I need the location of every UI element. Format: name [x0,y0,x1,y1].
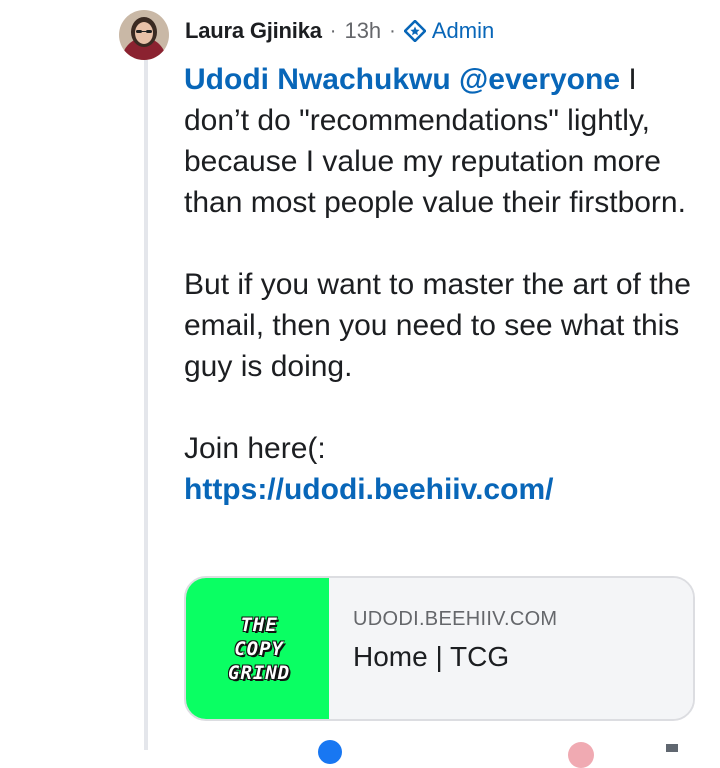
mention[interactable]: Udodi Nwachukwu @everyone [184,63,620,96]
post-header: Laura Gjinika · 13h · Admin [185,16,494,46]
post-timestamp[interactable]: 13h [344,18,381,44]
paragraph-2: But if you want to master the art of the… [184,268,691,383]
avatar[interactable] [119,10,169,60]
admin-shield-icon [403,20,426,42]
paragraph-3: Join here(: [184,432,326,465]
heart-reaction-icon[interactable] [568,742,594,768]
comment-icon[interactable] [666,744,678,752]
paragraph-1: Udodi Nwachukwu @everyone I don’t do "re… [184,59,709,223]
like-reaction-icon[interactable] [318,740,342,764]
post-link[interactable]: https://udodi.beehiiv.com/ [184,473,553,506]
thread-line [144,60,148,750]
author-name[interactable]: Laura Gjinika [185,18,322,44]
link-preview-card[interactable]: THE COPY GRIND UDODI.BEEHIIV.COM Home | … [184,576,695,721]
copy-grind-logo: THE COPY GRIND [228,614,291,684]
link-preview-title: Home | TCG [353,641,510,672]
admin-badge-label: Admin [431,18,495,43]
admin-badge: Admin [403,18,495,44]
separator: · [329,19,337,42]
post-body: Udodi Nwachukwu @everyone I don’t do "re… [184,59,709,510]
link-preview-info: UDODI.BEEHIIV.COM Home | TCG [329,578,693,719]
link-preview-thumbnail: THE COPY GRIND [186,578,329,719]
separator: · [389,19,396,42]
link-preview-domain: UDODI.BEEHIIV.COM [353,608,558,630]
user-avatar-photo-icon [119,10,169,60]
